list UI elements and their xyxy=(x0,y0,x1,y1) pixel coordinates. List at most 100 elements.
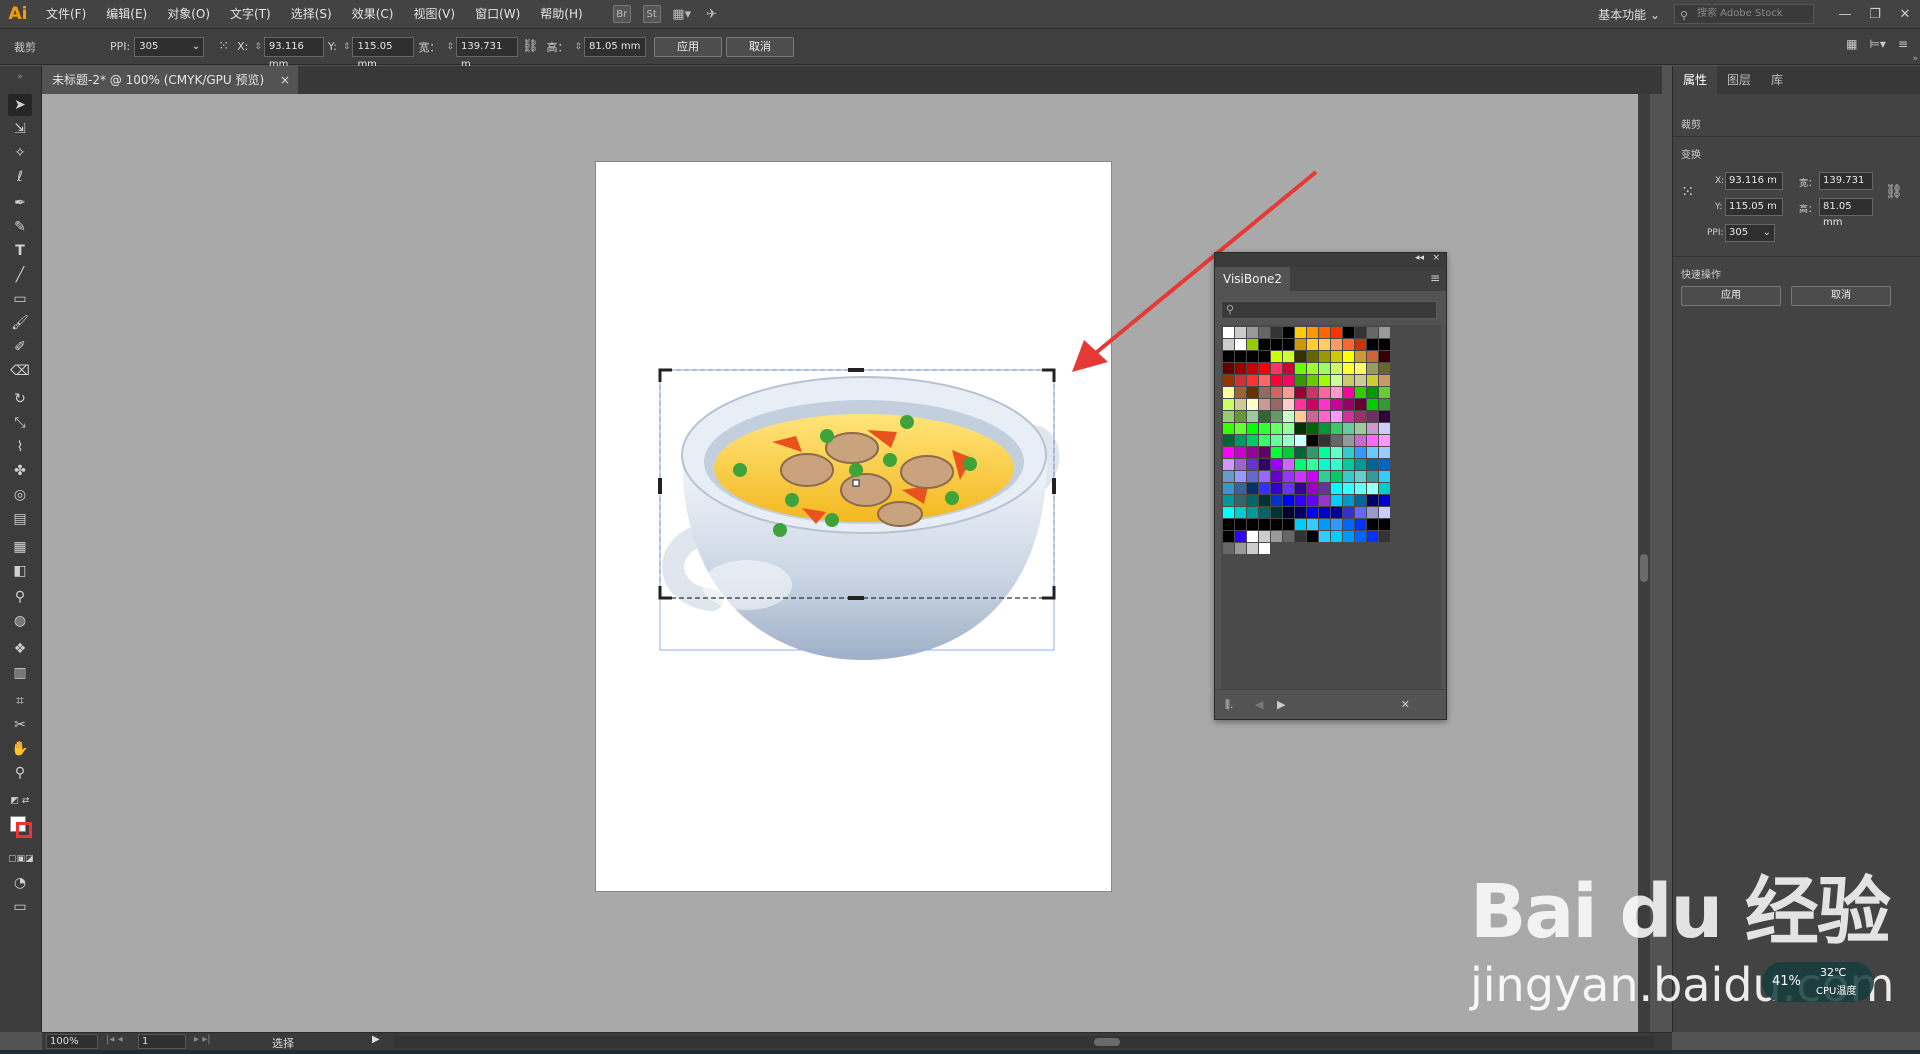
apply-button[interactable]: 应用 xyxy=(1681,286,1781,306)
color-swatch[interactable] xyxy=(1367,327,1378,338)
color-swatch[interactable] xyxy=(1259,519,1270,530)
color-swatch[interactable] xyxy=(1259,471,1270,482)
color-swatch[interactable] xyxy=(1235,519,1246,530)
color-swatch[interactable] xyxy=(1367,423,1378,434)
ppi-select[interactable]: 305 ⌄ xyxy=(1725,224,1775,242)
color-swatch[interactable] xyxy=(1343,351,1354,362)
menu-window[interactable]: 窗口(W) xyxy=(465,0,530,28)
color-swatch[interactable] xyxy=(1271,471,1282,482)
color-swatch[interactable] xyxy=(1343,519,1354,530)
color-swatch[interactable] xyxy=(1283,399,1294,410)
blend-tool-icon[interactable]: ◍ xyxy=(8,610,32,632)
tab-libraries[interactable]: 库 xyxy=(1761,66,1793,94)
panel-menu-icon[interactable]: ≡ xyxy=(1430,271,1440,285)
direct-selection-tool-icon[interactable]: ⇲ xyxy=(8,118,32,140)
color-swatch[interactable] xyxy=(1259,495,1270,506)
color-swatch[interactable] xyxy=(1223,531,1234,542)
color-swatch[interactable] xyxy=(1283,363,1294,374)
color-swatch[interactable] xyxy=(1271,399,1282,410)
cancel-button[interactable]: 取消 xyxy=(726,36,795,57)
color-swatch[interactable] xyxy=(1355,519,1366,530)
color-swatch[interactable] xyxy=(1307,387,1318,398)
color-swatch[interactable] xyxy=(1343,375,1354,386)
color-swatch[interactable] xyxy=(1223,495,1234,506)
color-swatch[interactable] xyxy=(1247,411,1258,422)
color-swatch[interactable] xyxy=(1295,339,1306,350)
color-swatch[interactable] xyxy=(1343,507,1354,518)
color-swatch[interactable] xyxy=(1283,495,1294,506)
y-stepper-icon[interactable]: ⇕ xyxy=(343,42,351,52)
color-swatch[interactable] xyxy=(1247,339,1258,350)
color-swatch[interactable] xyxy=(1259,387,1270,398)
color-swatch[interactable] xyxy=(1307,531,1318,542)
color-swatch[interactable] xyxy=(1343,447,1354,458)
color-swatch[interactable] xyxy=(1367,471,1378,482)
tab-visibone2[interactable]: VisiBone2 xyxy=(1215,267,1291,291)
color-swatch[interactable] xyxy=(1295,495,1306,506)
eyedropper-tool-icon[interactable]: ⚲ xyxy=(8,586,32,608)
color-swatch[interactable] xyxy=(1283,459,1294,470)
default-colors-icon[interactable]: ◩ ⇄ xyxy=(8,790,32,812)
color-swatch[interactable] xyxy=(1379,351,1390,362)
color-swatch[interactable] xyxy=(1235,471,1246,482)
color-swatch[interactable] xyxy=(1283,375,1294,386)
color-swatch[interactable] xyxy=(1379,471,1390,482)
color-swatch[interactable] xyxy=(1331,471,1342,482)
color-swatch[interactable] xyxy=(1223,519,1234,530)
color-swatch[interactable] xyxy=(1367,411,1378,422)
color-swatch[interactable] xyxy=(1307,339,1318,350)
color-swatch[interactable] xyxy=(1319,495,1330,506)
rotate-tool-icon[interactable]: ↻ xyxy=(8,388,32,410)
color-swatch[interactable] xyxy=(1331,483,1342,494)
color-swatch[interactable] xyxy=(1259,483,1270,494)
last-artboard-icon[interactable]: ▸ ▸| xyxy=(194,1034,211,1045)
gradient-tool-icon[interactable]: ◧ xyxy=(8,560,32,582)
x-field[interactable]: 93.116 mm xyxy=(263,36,324,70)
color-swatch[interactable] xyxy=(1379,339,1390,350)
fill-stroke-icon[interactable] xyxy=(8,814,32,844)
color-swatch[interactable] xyxy=(1271,411,1282,422)
workspace-switcher[interactable]: 基本功能 ⌄ xyxy=(1584,6,1674,23)
line-tool-icon[interactable]: ╱ xyxy=(8,264,32,286)
pen-tool-icon[interactable]: ✒ xyxy=(8,192,32,214)
color-swatch[interactable] xyxy=(1307,435,1318,446)
color-swatch[interactable] xyxy=(1379,327,1390,338)
color-swatch[interactable] xyxy=(1295,375,1306,386)
color-swatch[interactable] xyxy=(1247,423,1258,434)
color-swatch[interactable] xyxy=(1271,459,1282,470)
color-swatch[interactable] xyxy=(1355,459,1366,470)
color-swatch[interactable] xyxy=(1235,363,1246,374)
status-menu-icon[interactable]: ▶ xyxy=(372,1034,380,1045)
color-swatch[interactable] xyxy=(1259,327,1270,338)
color-swatch[interactable] xyxy=(1319,471,1330,482)
panel-collapse-strip[interactable]: » xyxy=(1912,54,1918,64)
color-swatch[interactable] xyxy=(1295,471,1306,482)
color-swatch[interactable] xyxy=(1355,423,1366,434)
color-mode-icon[interactable]: ▢▣◪ xyxy=(8,848,34,870)
arrange-documents-icon[interactable]: ▦▾ xyxy=(672,5,691,23)
color-swatch[interactable] xyxy=(1235,375,1246,386)
color-swatch[interactable] xyxy=(1283,483,1294,494)
reference-point-icon[interactable]: ⁙ xyxy=(218,39,229,54)
apply-button[interactable]: 应用 xyxy=(654,36,723,57)
color-swatch[interactable] xyxy=(1379,387,1390,398)
color-swatch[interactable] xyxy=(1235,399,1246,410)
color-swatch[interactable] xyxy=(1223,363,1234,374)
color-swatch[interactable] xyxy=(1271,363,1282,374)
color-swatch[interactable] xyxy=(1271,435,1282,446)
align-icon[interactable]: ⊨▾ xyxy=(1869,37,1885,51)
color-swatch[interactable] xyxy=(1355,435,1366,446)
color-swatch[interactable] xyxy=(1319,531,1330,542)
color-swatch[interactable] xyxy=(1355,339,1366,350)
color-swatch[interactable] xyxy=(1235,483,1246,494)
scrollbar-thumb[interactable] xyxy=(1094,1038,1120,1046)
color-swatch[interactable] xyxy=(1259,351,1270,362)
menu-effect[interactable]: 效果(C) xyxy=(342,0,404,28)
color-swatch[interactable] xyxy=(1223,459,1234,470)
paintbrush-tool-icon[interactable]: 🖌 xyxy=(8,312,32,334)
color-swatch[interactable] xyxy=(1331,423,1342,434)
first-artboard-icon[interactable]: |◂ ◂ xyxy=(106,1034,123,1045)
color-swatch[interactable] xyxy=(1319,519,1330,530)
color-swatch[interactable] xyxy=(1295,411,1306,422)
color-swatch[interactable] xyxy=(1295,447,1306,458)
